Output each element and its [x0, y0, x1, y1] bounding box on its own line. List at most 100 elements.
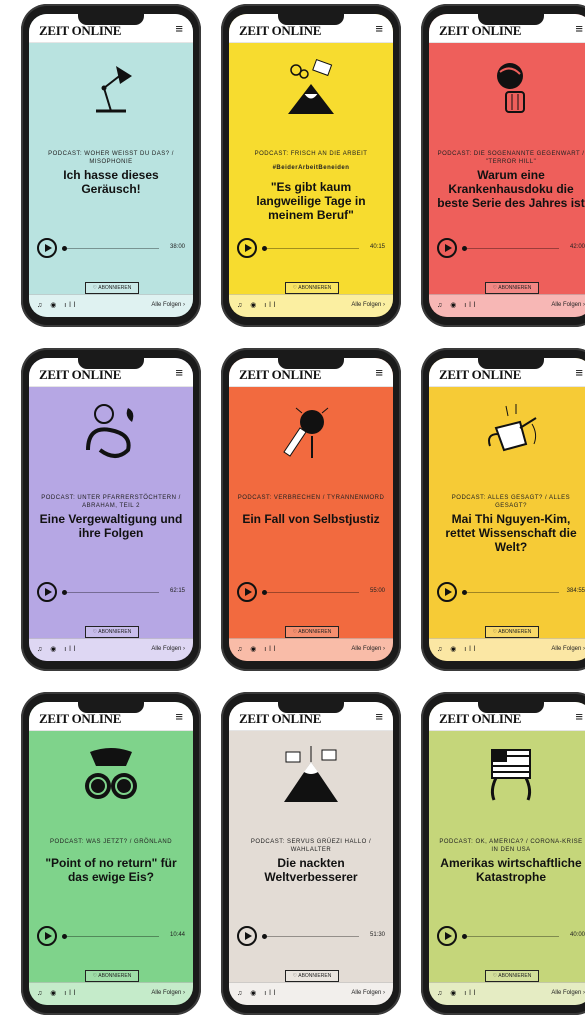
hamburger-icon[interactable]: ≡ [175, 365, 183, 380]
play-button[interactable] [437, 238, 457, 258]
zeit-online-logo[interactable]: ZEIT ONLINE [239, 367, 321, 383]
progress-track[interactable] [467, 248, 559, 249]
phone-card: ZEIT ONLINE ≡ PODCAST: VERBRECHEN / TYRA… [221, 348, 401, 671]
footer-bar: ♫ ◉ ıll Alle Folgen › [429, 982, 585, 1005]
hamburger-icon[interactable]: ≡ [375, 365, 383, 380]
play-button[interactable] [437, 582, 457, 602]
subscribe-button[interactable]: ♡ ABONNIEREN [85, 626, 139, 638]
subscribe-button[interactable]: ♡ ABONNIEREN [485, 970, 539, 982]
audio-player: 42:00 [437, 238, 585, 260]
play-button[interactable] [237, 926, 257, 946]
phone-card: ZEIT ONLINE ≡ PODCAST: ALLES GESAGT? / A… [421, 348, 585, 671]
progress-track[interactable] [267, 936, 359, 937]
phone-notch [78, 357, 144, 369]
play-button[interactable] [37, 238, 57, 258]
phone-screen: ZEIT ONLINE ≡ Podcast: Frisch an die Arb… [229, 14, 393, 317]
zeit-online-logo[interactable]: ZEIT ONLINE [39, 711, 121, 727]
platform-icons[interactable]: ♫ ◉ ıll [237, 301, 278, 309]
hamburger-icon[interactable]: ≡ [175, 709, 183, 724]
phone-screen: ZEIT ONLINE ≡ PODCAST: VERBRECHEN / TYRA… [229, 358, 393, 661]
phone-card: ZEIT ONLINE ≡ PODCAST: WAS JETZT? / GRÖN… [21, 692, 201, 1015]
podcast-kicker: PODCAST: DIE SOGENANNTE GEGENWART / "TER… [437, 151, 585, 165]
subscribe-button[interactable]: ♡ ABONNIEREN [285, 626, 339, 638]
platform-icons[interactable]: ♫ ◉ ıll [237, 645, 278, 653]
play-button[interactable] [437, 926, 457, 946]
subscribe-button[interactable]: ♡ ABONNIEREN [85, 970, 139, 982]
zeit-online-logo[interactable]: ZEIT ONLINE [439, 711, 521, 727]
desk-lamp-icon [76, 56, 146, 118]
phone-notch [478, 13, 544, 25]
hamburger-icon[interactable]: ≡ [375, 21, 383, 36]
zeit-online-logo[interactable]: ZEIT ONLINE [239, 23, 321, 39]
zeit-online-logo[interactable]: ZEIT ONLINE [239, 711, 321, 727]
zeit-online-logo[interactable]: ZEIT ONLINE [39, 367, 121, 383]
zeit-online-logo[interactable]: ZEIT ONLINE [439, 23, 521, 39]
episode-content: PODCAST: VERBRECHEN / TYRANNENMORD Ein F… [229, 386, 393, 639]
flag-character-icon [476, 744, 546, 806]
all-episodes-link[interactable]: Alle Folgen › [351, 990, 385, 996]
all-episodes-link[interactable]: Alle Folgen › [351, 646, 385, 652]
all-episodes-link[interactable]: Alle Folgen › [351, 302, 385, 308]
duration-label: 10:44 [169, 932, 185, 938]
mountain-flags-icon [276, 744, 346, 806]
subscribe-button[interactable]: ♡ ABONNIEREN [485, 626, 539, 638]
hamburger-icon[interactable]: ≡ [375, 709, 383, 724]
phone-notch [78, 13, 144, 25]
subscribe-button[interactable]: ♡ ABONNIEREN [285, 282, 339, 294]
episode-content: PODCAST: WOHER WEISST DU DAS? / MISOPHON… [29, 42, 193, 295]
progress-track[interactable] [267, 592, 359, 593]
volcano-icon [276, 56, 346, 118]
phone-notch [478, 701, 544, 713]
platform-icons[interactable]: ♫ ◉ ıll [437, 645, 478, 653]
platform-icons[interactable]: ♫ ◉ ıll [437, 989, 478, 997]
episode-content: Podcast: Frisch an die Arbeit #BeiderArb… [229, 42, 393, 295]
progress-track[interactable] [67, 936, 159, 937]
play-button[interactable] [237, 238, 257, 258]
duration-label: 42:00 [569, 244, 585, 250]
podcast-kicker: PODCAST: SERVUS GRÜEZI HALLO / WAHLALTER [250, 839, 372, 853]
hamburger-icon[interactable]: ≡ [575, 21, 583, 36]
all-episodes-link[interactable]: Alle Folgen › [551, 646, 585, 652]
episode-title: "Point of no return" für das ewige Eis? [45, 856, 177, 884]
zeit-online-logo[interactable]: ZEIT ONLINE [39, 23, 121, 39]
footer-bar: ♫ ◉ ıll Alle Folgen › [429, 294, 585, 317]
all-episodes-link[interactable]: Alle Folgen › [151, 990, 185, 996]
duration-label: 38:00 [169, 244, 185, 250]
podcast-kicker: PODCAST: WOHER WEISST DU DAS? / MISOPHON… [48, 151, 174, 165]
hamburger-icon[interactable]: ≡ [175, 21, 183, 36]
podcast-kicker: PODCAST: WAS JETZT? / GRÖNLAND [49, 839, 173, 845]
all-episodes-link[interactable]: Alle Folgen › [551, 990, 585, 996]
progress-track[interactable] [467, 592, 559, 593]
all-episodes-link[interactable]: Alle Folgen › [151, 646, 185, 652]
progress-track[interactable] [67, 592, 159, 593]
platform-icons[interactable]: ♫ ◉ ıll [437, 301, 478, 309]
play-button[interactable] [237, 582, 257, 602]
platform-icons[interactable]: ♫ ◉ ıll [237, 989, 278, 997]
all-episodes-link[interactable]: Alle Folgen › [151, 302, 185, 308]
play-button[interactable] [37, 582, 57, 602]
progress-track[interactable] [467, 936, 559, 937]
platform-icons[interactable]: ♫ ◉ ıll [37, 645, 78, 653]
episode-title: "Es gibt kaum langweilige Tage in meinem… [256, 180, 366, 222]
platform-icons[interactable]: ♫ ◉ ıll [37, 989, 78, 997]
zeit-online-logo[interactable]: ZEIT ONLINE [439, 367, 521, 383]
subscribe-button[interactable]: ♡ ABONNIEREN [85, 282, 139, 294]
audio-player: 10:44 [37, 926, 185, 948]
audio-player: 40:00 [437, 926, 585, 948]
all-episodes-link[interactable]: Alle Folgen › [551, 302, 585, 308]
phone-notch [278, 357, 344, 369]
subscribe-button[interactable]: ♡ ABONNIEREN [285, 970, 339, 982]
progress-track[interactable] [67, 248, 159, 249]
podcast-kicker: PODCAST: VERBRECHEN / TYRANNENMORD [237, 495, 385, 501]
hamburger-icon[interactable]: ≡ [575, 365, 583, 380]
phone-card: ZEIT ONLINE ≡ PODCAST: UNTER PFARRERSTÖC… [21, 348, 201, 671]
audio-player: 384:55 [437, 582, 585, 604]
duration-label: 40:00 [569, 932, 585, 938]
subscribe-button[interactable]: ♡ ABONNIEREN [485, 282, 539, 294]
platform-icons[interactable]: ♫ ◉ ıll [37, 301, 78, 309]
hamburger-icon[interactable]: ≡ [575, 709, 583, 724]
audio-player: 62:15 [37, 582, 185, 604]
episode-title: Eine Vergewaltigung und ihre Folgen [39, 512, 183, 540]
play-button[interactable] [37, 926, 57, 946]
progress-track[interactable] [267, 248, 359, 249]
